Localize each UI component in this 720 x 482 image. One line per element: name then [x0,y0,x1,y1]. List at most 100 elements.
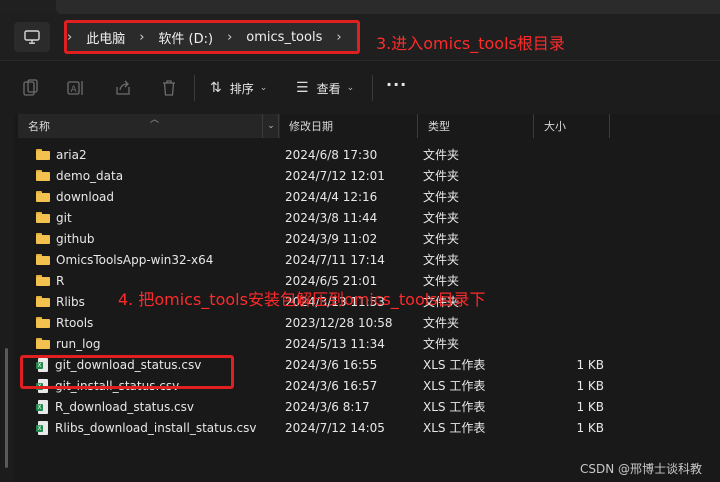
file-size [558,291,604,312]
file-row[interactable]: OmicsToolsApp-win32-x64 2024/7/11 17:14 文件… [18,249,618,270]
command-bar: A ⇅ 排序 ⌄ ☰ 查看 ⌄ ··· [0,60,720,115]
file-row[interactable]: aria2 2024/6/8 17:30 文件夹 [18,144,618,165]
file-date: 2024/5/13 11:34 [285,336,385,351]
file-size [558,249,604,270]
file-type: 文件夹 [423,232,460,246]
excel-file-icon: X [36,420,48,435]
file-name: aria2 [36,144,87,165]
folder-icon [36,191,50,202]
file-name: X R_download_status.csv [36,399,195,414]
this-pc-button[interactable] [14,22,50,52]
file-type: XLS 工作表 [423,400,486,414]
chevron-down-icon: ⌄ [346,83,355,93]
breadcrumb-item-omics-tools[interactable]: omics_tools [240,30,328,45]
navigation-pane [0,114,14,482]
column-header-size[interactable]: 大小 [534,114,610,138]
toolbar-divider [372,75,373,101]
view-button[interactable]: ☰ 查看 ⌄ [296,75,354,101]
file-row[interactable]: X Rlibs_download_install_status.csv 2024/7… [18,417,618,438]
share-icon[interactable] [112,77,134,99]
chevron-down-icon: ⌄ [259,83,268,93]
file-row[interactable]: demo_data 2024/7/12 12:01 文件夹 [18,165,618,186]
rename-icon[interactable]: A [65,77,87,99]
column-header-name[interactable]: 名称 ︿ ⌄ [18,114,280,138]
file-type: XLS 工作表 [423,358,486,372]
file-row[interactable]: Rtools 2023/12/28 10:58 文件夹 [18,312,618,333]
file-name: demo_data [36,165,123,186]
file-name: R [36,270,64,291]
file-date: 2024/7/12 14:05 [285,420,385,435]
breadcrumb-item-this-pc[interactable]: 此电脑 [80,28,131,47]
chevron-right-icon: › [67,29,73,45]
folder-icon [36,338,50,349]
file-date: 2024/7/11 17:14 [285,252,385,267]
copy-icon[interactable] [20,77,42,99]
file-date: 2023/12/28 10:58 [285,315,393,330]
file-size [558,207,604,228]
file-name: git [36,207,72,228]
file-size [558,270,604,291]
file-type: 文件夹 [423,316,460,330]
highlight-box-step4 [20,355,234,389]
toolbar-divider [194,75,195,101]
excel-file-icon: X [36,399,48,414]
chevron-right-icon: › [227,29,233,45]
file-type: 文件夹 [423,169,460,183]
file-row[interactable]: github 2024/3/9 11:02 文件夹 [18,228,618,249]
folder-icon [36,296,50,307]
file-name: download [36,186,114,207]
file-size [558,333,604,354]
folder-icon [36,317,50,328]
view-label: 查看 [316,81,341,96]
file-date: 2024/3/8 11:44 [285,210,378,225]
file-size [558,186,604,207]
file-row[interactable]: git 2024/3/8 11:44 文件夹 [18,207,618,228]
file-type: 文件夹 [423,148,460,162]
sort-ascending-icon: ︿ [150,115,160,125]
watermark: CSDN @邢博士谈科教 [580,462,703,476]
file-row[interactable]: download 2024/4/4 12:16 文件夹 [18,186,618,207]
file-name: github [36,228,94,249]
folder-icon [36,254,50,265]
more-options-button[interactable]: ··· [386,75,407,94]
column-header-date[interactable]: 修改日期 [278,114,418,138]
file-type: 文件夹 [423,211,460,225]
file-type: XLS 工作表 [423,421,486,435]
file-name: run_log [36,333,100,354]
file-name: OmicsToolsApp-win32-x64 [36,249,213,270]
file-row[interactable]: run_log 2024/5/13 11:34 文件夹 [18,333,618,354]
file-name: X Rlibs_download_install_status.csv [36,420,257,435]
sort-icon: ⇅ [210,80,222,96]
chevron-down-icon[interactable]: ⌄ [262,114,279,138]
file-type: 文件夹 [423,337,460,351]
file-name: Rlibs [36,291,85,312]
folder-icon [36,149,50,160]
breadcrumb-item-drive-d[interactable]: 软件 (D:) [152,28,219,47]
delete-icon[interactable] [158,77,180,99]
annotation-step4: 4. 把omics_tools安装包解压到omics_tools目录下 [118,290,486,309]
scrollbar-thumb[interactable] [5,348,8,468]
file-size [558,312,604,333]
folder-icon [36,170,50,181]
folder-icon [36,275,50,286]
sort-label: 排序 [229,81,254,96]
file-date: 2024/3/6 16:57 [285,378,378,393]
file-type: 文件夹 [423,190,460,204]
file-row[interactable]: X R_download_status.csv 2024/3/6 8:17 XLS 工… [18,396,618,417]
file-size [558,228,604,249]
breadcrumb[interactable]: › 此电脑 › 软件 (D:) › omics_tools › [64,20,360,54]
file-size [558,144,604,165]
file-date: 2024/6/8 17:30 [285,147,378,162]
file-date: 2024/7/12 12:01 [285,168,385,183]
file-size [558,165,604,186]
sort-button[interactable]: ⇅ 排序 ⌄ [210,75,267,101]
chevron-right-icon[interactable]: › [328,30,349,45]
file-list-pane: 名称 ︿ ⌄ 修改日期 类型 大小 aria2 2024/6/8 17:30 文件夹… [0,114,720,482]
address-row: › 此电脑 › 软件 (D:) › omics_tools › 3.进入omic… [0,14,720,60]
file-date: 2024/4/4 12:16 [285,189,378,204]
column-header-row: 名称 ︿ ⌄ 修改日期 类型 大小 [18,114,720,138]
column-header-type[interactable]: 类型 [418,114,534,138]
folder-icon [36,212,50,223]
file-date: 2024/3/6 16:55 [285,357,378,372]
file-size: 1 KB [576,420,604,435]
